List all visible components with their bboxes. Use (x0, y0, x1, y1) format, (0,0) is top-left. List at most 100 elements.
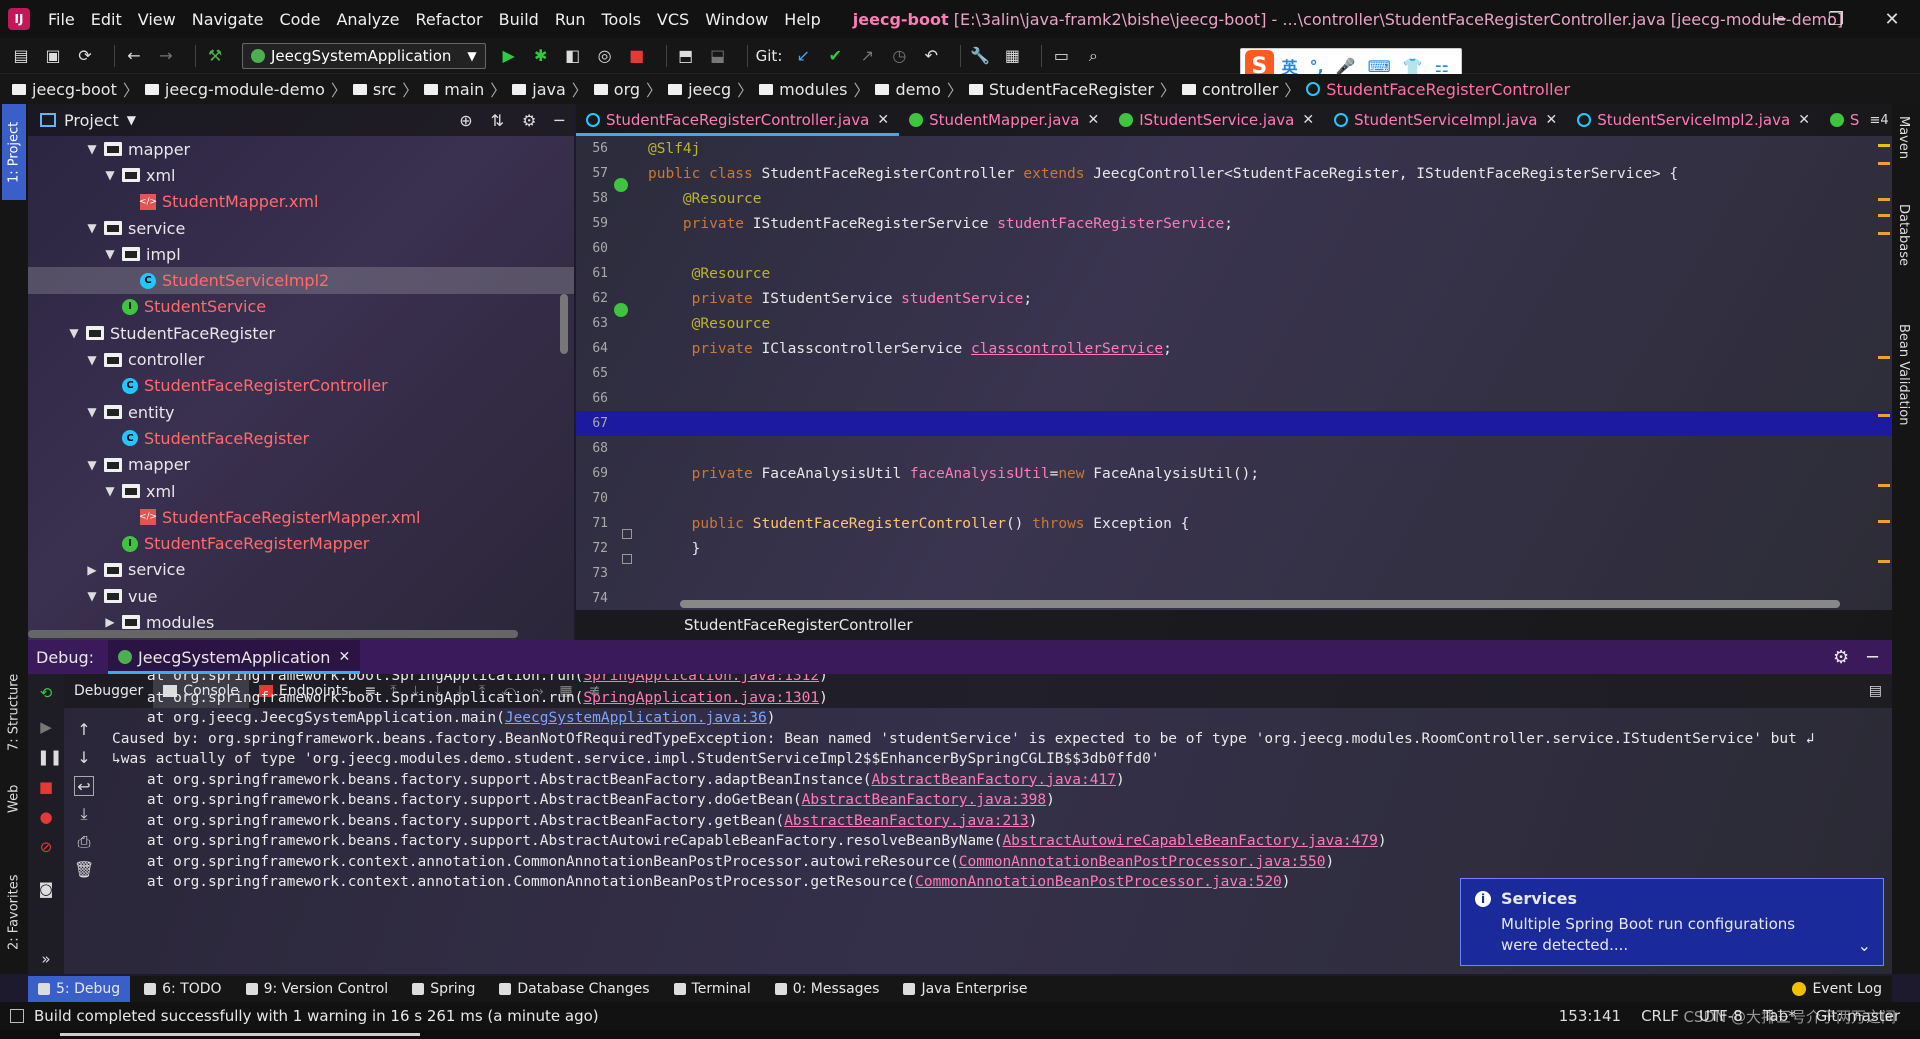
tree-item[interactable]: I StudentFaceRegisterMapper (28, 530, 574, 556)
git-rollback-icon[interactable]: ↶ (920, 45, 942, 67)
code-line[interactable]: 73 (576, 561, 1892, 586)
debug-session-tab[interactable]: JeecgSystemApplication ✕ (108, 640, 361, 674)
tree-item[interactable]: C StudentFaceRegister (28, 425, 574, 451)
close-icon[interactable]: ✕ (1798, 112, 1810, 128)
chevron-down-icon[interactable]: ▼ (84, 142, 100, 156)
stop-icon[interactable]: ■ (626, 45, 648, 67)
close-icon[interactable]: ✕ (877, 112, 889, 128)
code-line[interactable]: 62 private IStudentService studentServic… (576, 286, 1892, 317)
stacktrace-link[interactable]: AbstractBeanFactory.java:213 (784, 813, 1028, 829)
breadcrumb-item[interactable]: org 〉 (593, 77, 662, 101)
chevron-down-icon[interactable]: ▼ (102, 484, 118, 498)
code-area[interactable]: 56 @Slf4j 57 public class StudentFaceRegist… (576, 136, 1892, 606)
breadcrumb-item[interactable]: jeecg 〉 (668, 77, 753, 101)
close-icon[interactable]: ✕ (1088, 112, 1100, 128)
tree-item[interactable]: ▶ service (28, 557, 574, 583)
code-line[interactable]: 71 public StudentFaceRegisterController(… (576, 511, 1892, 539)
chevron-down-icon[interactable]: ▼ (127, 113, 136, 127)
tool-tab[interactable]: Java Enterprise (893, 976, 1037, 1002)
tree-item[interactable]: ▼ xml (28, 162, 574, 188)
menu-run[interactable]: Run (555, 10, 586, 29)
code-line[interactable]: 66 (576, 386, 1892, 411)
menu-window[interactable]: Window (705, 10, 768, 29)
tool-tab[interactable]: 6: TODO (134, 976, 231, 1002)
tab-maven[interactable]: Maven (1896, 116, 1911, 159)
menu-edit[interactable]: Edit (91, 10, 122, 29)
menu-file[interactable]: File (48, 10, 75, 29)
breadcrumb-item[interactable]: java 〉 (512, 77, 588, 101)
editor-tab[interactable]: StudentFaceRegisterController.java ✕ (576, 104, 900, 136)
chevron-down-icon[interactable]: ▼ (84, 353, 100, 367)
tree-item[interactable]: ▼ service (28, 215, 574, 241)
collapse-all-icon[interactable]: ⇅ (491, 111, 504, 130)
breadcrumb-item[interactable]: jeecg-boot 〉 (12, 77, 139, 101)
breadcrumb-item[interactable]: jeecg-module-demo 〉 (144, 77, 347, 101)
more-tabs-button[interactable]: ≡4 (1869, 113, 1888, 128)
menu-view[interactable]: View (138, 10, 176, 29)
up-arrow-icon[interactable]: ↑ (74, 720, 94, 740)
line-separator[interactable]: CRLF (1641, 1007, 1679, 1025)
tab-favorites[interactable]: 2: Favorites (2, 864, 26, 960)
code-line[interactable]: 72 } (576, 536, 1892, 564)
chevron-down-icon[interactable]: ⌄ (1858, 936, 1871, 955)
punctuation-icon[interactable]: °, (1310, 57, 1324, 76)
mute-breakpoints-icon[interactable]: ⊘ (37, 838, 55, 856)
status-message[interactable]: Build completed successfully with 1 warn… (34, 1007, 599, 1025)
chevron-down-icon[interactable]: ▼ (84, 458, 100, 472)
warning-stripe-mark[interactable] (1878, 560, 1890, 563)
editor-tab[interactable]: StudentServiceImpl2.java ✕ (1567, 104, 1820, 136)
git-update-icon[interactable]: ↙ (792, 45, 814, 67)
camera-icon[interactable]: ◙ (37, 880, 55, 898)
code-line[interactable]: 61 @Resource (576, 261, 1892, 286)
hide-panel-icon[interactable]: ─ (554, 111, 564, 130)
tree-item[interactable]: ▼ mapper (28, 136, 574, 162)
tree-item[interactable]: </> StudentMapper.xml (28, 189, 574, 215)
gear-icon[interactable]: ⚙ (522, 111, 536, 130)
tree-item[interactable]: </> StudentFaceRegisterMapper.xml (28, 504, 574, 530)
menu-refactor[interactable]: Refactor (416, 10, 483, 29)
forward-arrow-icon[interactable]: → (155, 45, 177, 67)
chevron-down-icon[interactable]: ▼ (84, 589, 100, 603)
clear-trash-icon[interactable]: 🗑 (74, 860, 94, 880)
run-configuration-select[interactable]: JeecgSystemApplication ▼ (242, 42, 486, 69)
stop-icon[interactable]: ■ (37, 778, 55, 796)
keyboard-icon[interactable]: ⌨ (1368, 57, 1391, 76)
view-breakpoints-icon[interactable]: ● (37, 808, 55, 826)
stacktrace-link[interactable]: AbstractAutowireCapableBeanFactory.java:… (1002, 833, 1377, 849)
down-arrow-icon[interactable]: ↓ (74, 748, 94, 768)
menu-help[interactable]: Help (784, 10, 820, 29)
tree-item[interactable]: ▼ vue (28, 583, 574, 609)
tree-item[interactable]: C StudentFaceRegisterController (28, 373, 574, 399)
code-line[interactable]: 63 @Resource (576, 311, 1892, 336)
open-folder-icon[interactable]: ▤ (10, 45, 32, 67)
microphone-icon[interactable]: 🎤 (1336, 57, 1356, 76)
breadcrumb-item[interactable]: main 〉 (424, 77, 506, 101)
git-history-icon[interactable]: ◷ (888, 45, 910, 67)
close-window-button[interactable]: ✕ (1864, 0, 1920, 38)
breadcrumb-item[interactable]: modules 〉 (759, 77, 869, 101)
warning-stripe-mark[interactable] (1878, 198, 1890, 201)
warning-stripe-mark[interactable] (1878, 520, 1890, 523)
code-line[interactable]: 57 public class StudentFaceRegisterContro… (576, 161, 1892, 192)
search-icon[interactable]: ⌕ (1082, 45, 1104, 67)
gear-icon[interactable]: ⚙ (1833, 647, 1849, 668)
resume-icon[interactable]: ▶ (37, 718, 55, 736)
git-commit-icon[interactable]: ✔ (824, 45, 846, 67)
code-line[interactable]: 68 (576, 436, 1892, 461)
print-icon[interactable]: ⎙ (74, 832, 94, 852)
toolbox-grid-icon[interactable]: ⚏ (1435, 57, 1449, 76)
close-icon[interactable]: ✕ (1546, 112, 1558, 128)
code-line[interactable]: 67 (576, 411, 1892, 436)
chevron-down-icon[interactable]: ▼ (102, 247, 118, 261)
tree-item[interactable]: ▼ entity (28, 399, 574, 425)
debug-bug-icon[interactable]: ✱ (530, 45, 552, 67)
editor-tab[interactable]: StudentMapper.java ✕ (899, 104, 1109, 136)
scroll-to-end-icon[interactable]: ⤓ (74, 804, 94, 824)
tab-bean-validation[interactable]: Bean Validation (1896, 324, 1911, 425)
editor-scrollbar-horizontal[interactable] (680, 600, 1840, 608)
tool-tab[interactable]: 0: Messages (765, 976, 890, 1002)
editor-tab[interactable]: S (1820, 104, 1870, 136)
run-icon[interactable]: ▶ (498, 45, 520, 67)
inspection-status-icon[interactable] (1878, 144, 1890, 147)
tree-item[interactable]: C StudentServiceImpl2 (28, 267, 574, 294)
